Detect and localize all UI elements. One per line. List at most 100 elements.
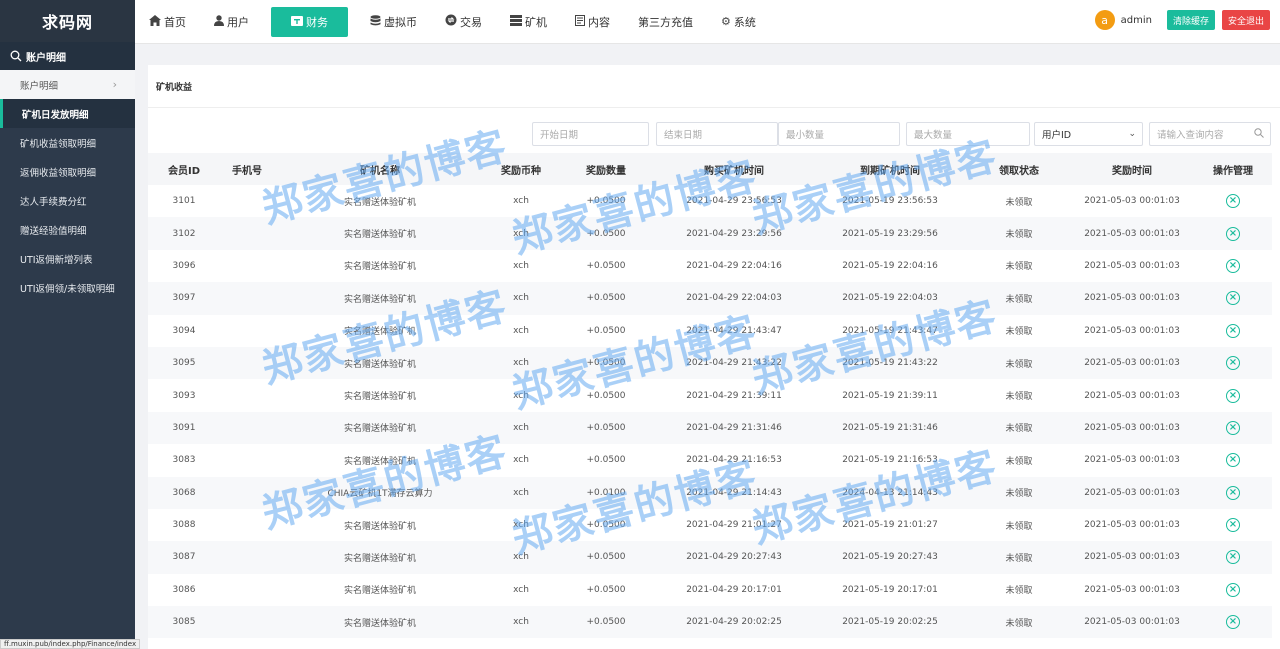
document-icon [575, 14, 585, 29]
close-circle-icon[interactable]: × [1226, 258, 1240, 273]
sidebar-item-fee-dividend[interactable]: 达人手续费分红 [0, 186, 135, 215]
table-cell: 2021-05-19 20:02:25 [842, 617, 938, 628]
table-cell: 2021-05-03 00:01:03 [1084, 293, 1180, 304]
table-cell-actions: × [1194, 541, 1272, 573]
table-row: 3093 实名赠送体验矿机 xch +0.0500 2021-04-29 21:39:1… [148, 379, 1272, 411]
table-cell: 2021-04-29 21:16:53 [686, 455, 782, 466]
nav-finance[interactable]: 财务 [271, 6, 348, 37]
close-circle-icon[interactable]: × [1226, 518, 1240, 533]
sidebar-item-uti-new[interactable]: UTI返佣新增列表 [0, 244, 135, 273]
sidebar-item-label: 账户明细 [20, 80, 59, 92]
close-circle-icon[interactable]: × [1226, 291, 1240, 306]
sidebar-item-miner-income[interactable]: 矿机收益领取明细 [0, 128, 135, 157]
table-cell: 实名赠送体验矿机 [343, 262, 416, 273]
sidebar-item-label: UTI返佣领/未领取明细 [20, 283, 115, 295]
close-circle-icon[interactable]: × [1226, 615, 1240, 630]
table-cell [220, 412, 274, 444]
table-row: 3096 实名赠送体验矿机 xch +0.0500 2021-04-29 22:04:1… [148, 250, 1272, 282]
search-placeholder: 请输入查询内容 [1157, 130, 1224, 141]
sidebar-item-account-detail[interactable]: 账户明细 › [0, 70, 135, 99]
min-amount-input[interactable]: 最小数量 [778, 122, 900, 146]
close-circle-icon[interactable]: × [1226, 194, 1240, 209]
table-cell: 2021-05-03 00:01:03 [1084, 196, 1180, 207]
sidebar-item-uti-claim[interactable]: UTI返佣领/未领取明细 [0, 273, 135, 302]
sidebar: 求码网 账户明细 账户明细 › 矿机日发放明细 矿机收益领取明细 返佣收益领取明… [0, 0, 135, 649]
table-cell: 2021-04-29 22:04:16 [686, 260, 782, 271]
table-cell: 未领取 [1005, 553, 1033, 564]
nav-trade[interactable]: 交易 [431, 0, 496, 44]
clear-cache-button[interactable]: 清除缓存 [1166, 10, 1215, 30]
table-row: 3091 实名赠送体验矿机 xch +0.0500 2021-04-29 21:31:4… [148, 411, 1272, 445]
nav-miner[interactable]: 矿机 [496, 0, 561, 44]
table-cell: 3086 [172, 584, 196, 595]
database-icon [370, 14, 381, 29]
table-cell: xch [513, 487, 529, 498]
sidebar-item-miner-daily[interactable]: 矿机日发放明细 [0, 99, 135, 128]
table-cell: 未领取 [1005, 197, 1033, 208]
nav-recharge[interactable]: 第三方充值 [624, 0, 707, 44]
table-row: 3101 实名赠送体验矿机 xch +0.0500 2021-04-29 23:56:5… [148, 185, 1272, 217]
table-cell: 实名赠送体验矿机 [343, 618, 416, 629]
close-circle-icon[interactable]: × [1226, 453, 1240, 468]
table-cell: 未领取 [1005, 618, 1033, 629]
table-row: 3087 实名赠送体验矿机 xch +0.0500 2021-04-29 20:27:4… [148, 541, 1272, 574]
table-row: 3094 实名赠送体验矿机 xch +0.0500 2021-04-29 21:43:4… [148, 315, 1272, 347]
status-url: ff.muxin.pub/index.php/Finance/index [0, 639, 141, 649]
app-logo[interactable]: 求码网 [0, 0, 135, 42]
close-circle-icon[interactable]: × [1226, 226, 1240, 241]
table-cell: 3068 [172, 487, 196, 498]
table-cell: +0.0500 [586, 228, 626, 239]
close-circle-icon[interactable]: × [1226, 485, 1240, 500]
table-cell-actions: × [1194, 217, 1272, 249]
nav-content[interactable]: 内容 [561, 0, 624, 44]
table-row: 3102 实名赠送体验矿机 xch +0.0500 2021-04-29 23:29:5… [148, 217, 1272, 250]
nav-user[interactable]: 用户 [200, 0, 263, 44]
table-cell: 2021-05-19 20:27:43 [842, 552, 938, 563]
table-row: 3088 实名赠送体验矿机 xch +0.0500 2021-04-29 21:01:2… [148, 509, 1272, 541]
close-circle-icon[interactable]: × [1226, 356, 1240, 371]
sidebar-item-label: 达人手续费分红 [20, 196, 87, 208]
table-cell: 2021-04-29 22:04:03 [686, 293, 782, 304]
max-amount-input[interactable]: 最大数量 [906, 122, 1030, 146]
nav-system[interactable]: ⚙ 系统 [707, 0, 770, 44]
table-cell [220, 541, 274, 573]
table-cell: 实名赠送体验矿机 [343, 424, 416, 435]
start-date-input[interactable]: 开始日期 [532, 122, 649, 146]
logout-button[interactable]: 安全退出 [1221, 10, 1270, 30]
table-cell [220, 347, 274, 379]
sidebar-item-rebate-income[interactable]: 返佣收益领取明细 [0, 157, 135, 186]
nav-label: 虚拟币 [384, 15, 417, 29]
sidebar-group-account[interactable]: 账户明细 [0, 42, 135, 70]
divider [148, 107, 1280, 108]
avatar[interactable]: a [1094, 10, 1115, 30]
close-circle-icon[interactable]: × [1226, 582, 1240, 597]
nav-coin[interactable]: 虚拟币 [356, 0, 431, 44]
table-cell: 2021-05-03 00:01:03 [1084, 520, 1180, 531]
close-circle-icon[interactable]: × [1226, 420, 1240, 435]
table-cell: +0.0500 [586, 325, 626, 336]
table-cell: +0.0500 [586, 196, 626, 207]
table-cell: 2021-05-03 00:01:03 [1084, 584, 1180, 595]
sidebar-item-label: 返佣收益领取明细 [20, 167, 97, 179]
chevron-right-icon: › [112, 78, 117, 91]
sidebar-group-label: 账户明细 [26, 52, 66, 64]
close-circle-icon[interactable]: × [1226, 388, 1240, 403]
end-date-input[interactable]: 结束日期 [656, 122, 778, 146]
user-name[interactable]: admin [1121, 15, 1152, 26]
search-input[interactable]: 请输入查询内容 [1149, 122, 1271, 146]
close-circle-icon[interactable]: × [1226, 550, 1240, 565]
table-cell-actions: × [1194, 185, 1272, 217]
column-header: 购买矿机时间 [704, 165, 764, 177]
search-icon[interactable] [1254, 128, 1264, 141]
sidebar-item-exp-detail[interactable]: 赠送经验值明细 [0, 215, 135, 244]
field-select[interactable]: 用户ID ⌄ [1034, 122, 1143, 146]
table-cell: 2021-05-19 21:31:46 [842, 422, 938, 433]
table-cell: 2021-05-19 23:29:56 [842, 228, 938, 239]
user-icon [214, 14, 224, 29]
close-circle-icon[interactable]: × [1226, 323, 1240, 338]
nav-home[interactable]: 首页 [135, 0, 200, 44]
table-cell: 未领取 [1005, 230, 1033, 241]
table-cell [220, 282, 274, 314]
table-cell: xch [513, 293, 529, 304]
table-cell: +0.0500 [586, 584, 626, 595]
